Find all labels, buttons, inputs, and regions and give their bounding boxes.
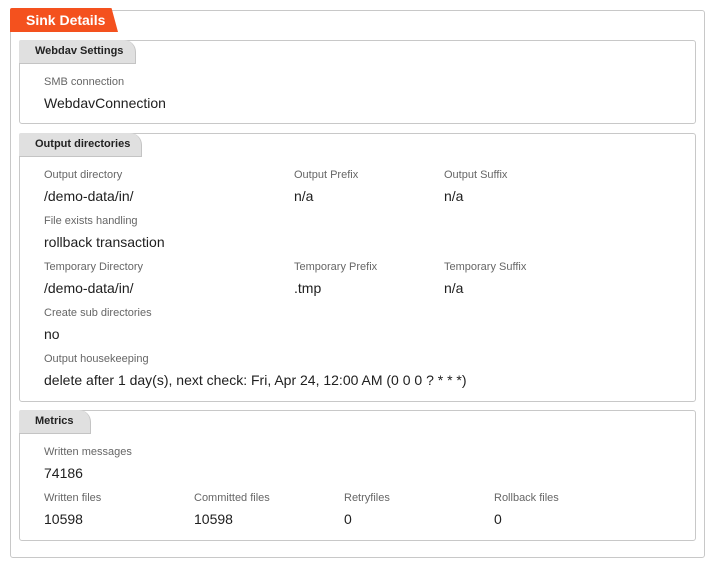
output-suffix-label: Output Suffix	[444, 169, 508, 181]
temporary-prefix-value: .tmp	[294, 280, 322, 296]
rollback-files-label: Rollback files	[494, 492, 559, 504]
written-messages-label: Written messages	[44, 446, 132, 458]
output-directory-field: Output directory /demo-data/in/	[44, 169, 134, 205]
rollback-files-field: Rollback files 0	[494, 492, 559, 528]
output-directories-section: Output directories Output directory /dem…	[19, 133, 696, 402]
written-messages-field: Written messages 74186	[44, 446, 132, 482]
output-housekeeping-label: Output housekeeping	[44, 353, 149, 365]
committed-files-label: Committed files	[194, 492, 270, 504]
committed-files-field: Committed files 10598	[194, 492, 270, 528]
retryfiles-value: 0	[344, 511, 352, 527]
smb-connection-value: WebdavConnection	[44, 95, 166, 111]
output-prefix-field: Output Prefix n/a	[294, 169, 358, 205]
smb-connection-field: SMB connection WebdavConnection	[44, 76, 166, 112]
written-files-value: 10598	[44, 511, 83, 527]
written-messages-value: 74186	[44, 465, 83, 481]
temporary-directory-field: Temporary Directory /demo-data/in/	[44, 261, 143, 297]
written-files-label: Written files	[44, 492, 102, 504]
create-sub-directories-field: Create sub directories no	[44, 307, 152, 343]
temporary-suffix-field: Temporary Suffix n/a	[444, 261, 526, 297]
webdav-settings-title: Webdav Settings	[19, 40, 136, 64]
output-housekeeping-field: Output housekeeping delete after 1 day(s…	[44, 353, 467, 389]
temporary-prefix-field: Temporary Prefix .tmp	[294, 261, 377, 297]
metrics-section: Metrics Written messages 74186 Written f…	[19, 410, 696, 541]
output-directory-label: Output directory	[44, 169, 123, 181]
file-exists-handling-value: rollback transaction	[44, 234, 165, 250]
create-sub-directories-label: Create sub directories	[44, 307, 152, 319]
metrics-title: Metrics	[19, 410, 91, 434]
webdav-settings-section: Webdav Settings SMB connection WebdavCon…	[19, 40, 696, 124]
temporary-prefix-label: Temporary Prefix	[294, 261, 378, 273]
output-suffix-field: Output Suffix n/a	[444, 169, 507, 205]
output-directory-value: /demo-data/in/	[44, 188, 134, 204]
create-sub-directories-value: no	[44, 326, 60, 342]
temporary-suffix-label: Temporary Suffix	[444, 261, 527, 273]
rollback-files-value: 0	[494, 511, 502, 527]
written-files-field: Written files 10598	[44, 492, 101, 528]
committed-files-value: 10598	[194, 511, 233, 527]
retryfiles-label: Retryfiles	[344, 492, 390, 504]
output-prefix-value: n/a	[294, 188, 314, 204]
file-exists-handling-field: File exists handling rollback transactio…	[44, 215, 165, 251]
temporary-directory-label: Temporary Directory	[44, 261, 144, 273]
sink-details-title: Sink Details	[10, 8, 118, 32]
file-exists-handling-label: File exists handling	[44, 215, 138, 227]
output-housekeeping-value: delete after 1 day(s), next check: Fri, …	[44, 372, 467, 388]
temporary-directory-value: /demo-data/in/	[44, 280, 134, 296]
retryfiles-field: Retryfiles 0	[344, 492, 390, 528]
output-suffix-value: n/a	[444, 188, 464, 204]
output-directories-title: Output directories	[19, 133, 142, 157]
smb-connection-label: SMB connection	[44, 76, 125, 88]
temporary-suffix-value: n/a	[444, 280, 464, 296]
output-prefix-label: Output Prefix	[294, 169, 359, 181]
